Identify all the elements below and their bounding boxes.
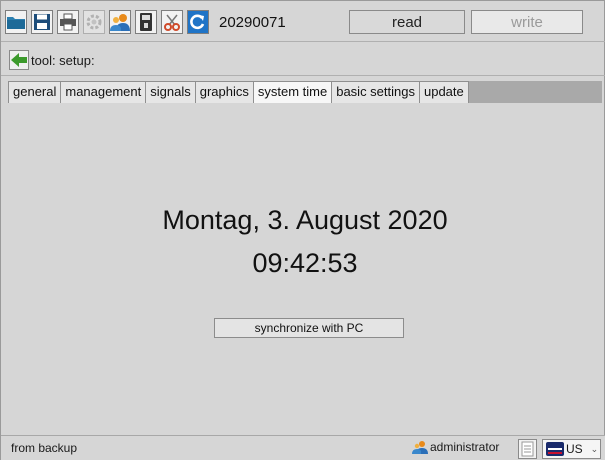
breadcrumb-divider [1, 75, 605, 76]
language-select[interactable]: US ⌄ [542, 439, 601, 459]
tab-management[interactable]: management [61, 81, 147, 103]
tab-graphics[interactable]: graphics [195, 81, 254, 103]
refresh-button[interactable] [187, 10, 209, 34]
toolbar-divider [1, 41, 605, 42]
users-button[interactable] [109, 10, 131, 34]
printer-icon [60, 13, 76, 31]
user-indicator: administrator [412, 440, 499, 454]
tab-bar: general management signals graphics syst… [8, 81, 602, 104]
tab-signals[interactable]: signals [146, 81, 196, 103]
cut-button[interactable] [161, 10, 183, 34]
tab-update[interactable]: update [419, 81, 469, 103]
gear-icon [86, 14, 102, 30]
toolbar: 20290071 read write [5, 7, 602, 37]
back-button[interactable] [9, 50, 29, 70]
tab-basic-settings[interactable]: basic settings [332, 81, 420, 103]
save-button[interactable] [31, 10, 53, 34]
scissors-icon [164, 14, 180, 31]
language-value: US [566, 442, 583, 456]
us-flag-icon [546, 442, 564, 456]
breadcrumb-label: tool: setup: [31, 52, 95, 68]
user-name: administrator [430, 440, 500, 454]
floppy-icon [34, 14, 50, 30]
read-button[interactable]: read [349, 10, 465, 34]
folder-icon [7, 17, 25, 29]
system-time-panel: Montag, 3. August 2020 09:42:53 synchron… [8, 103, 602, 433]
open-folder-button[interactable] [5, 10, 27, 34]
refresh-icon [190, 14, 205, 30]
tab-general[interactable]: general [8, 81, 62, 103]
print-button[interactable] [57, 10, 79, 34]
synchronize-button[interactable]: synchronize with PC [214, 318, 404, 338]
current-date: Montag, 3. August 2020 [162, 205, 448, 235]
status-bar: from backup administrator US ⌄ [1, 435, 605, 460]
chevron-down-icon: ⌄ [590, 443, 599, 454]
back-arrow-icon [11, 53, 27, 67]
notes-button[interactable] [518, 439, 537, 459]
status-text: from backup [11, 441, 78, 455]
tab-system-time[interactable]: system time [253, 81, 333, 104]
device-icon [140, 13, 152, 31]
device-button[interactable] [135, 10, 157, 34]
write-button[interactable]: write [471, 10, 583, 34]
device-serial: 20290071 [219, 13, 286, 31]
users-icon [110, 14, 130, 31]
notes-icon [521, 441, 534, 457]
user-icon [412, 441, 428, 454]
app-window: 20290071 read write tool: setup: general… [0, 0, 605, 460]
breadcrumb: tool: setup: [9, 49, 95, 71]
current-time: 09:42:53 [252, 248, 358, 278]
settings-button[interactable] [83, 10, 105, 34]
